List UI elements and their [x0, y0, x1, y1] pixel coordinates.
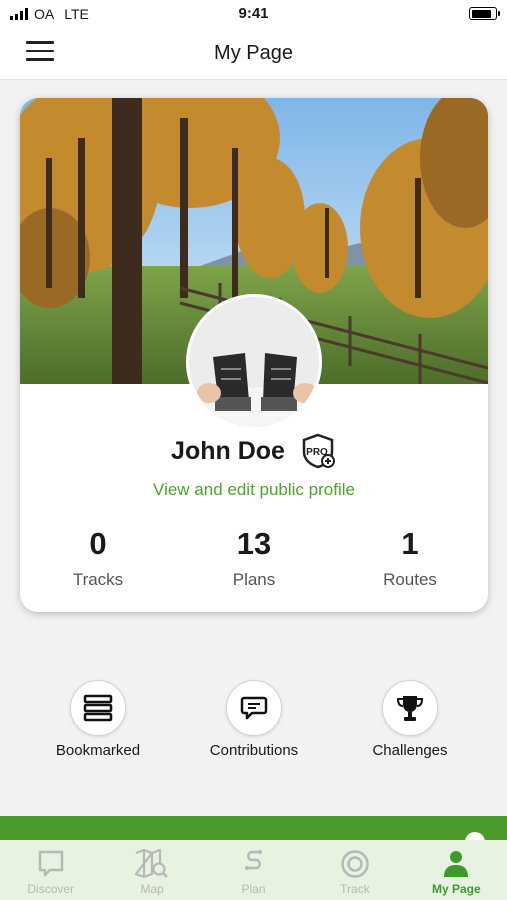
bookmark-list-icon	[83, 694, 113, 722]
trophy-icon	[396, 696, 424, 721]
tab-bar: Discover Map Plan Track My Page	[0, 840, 507, 900]
stat-label: Routes	[383, 570, 437, 589]
app-header: My Page	[0, 28, 507, 80]
stat-plans[interactable]: 13 Plans	[176, 526, 332, 590]
stat-label: Tracks	[72, 570, 124, 589]
plan-route-icon	[244, 850, 262, 870]
tab-map[interactable]: Map	[101, 840, 202, 900]
person-icon	[444, 851, 469, 877]
stat-routes[interactable]: 1 Routes	[332, 526, 488, 590]
tab-track[interactable]: Track	[304, 840, 405, 900]
challenges-button[interactable]: Challenges	[332, 680, 488, 759]
name-row: John Doe PRO	[20, 432, 488, 470]
page-title: My Page	[214, 42, 293, 64]
contributions-button[interactable]: Contributions	[176, 680, 332, 759]
shortcut-circle	[70, 680, 126, 736]
shortcut-label: Bookmarked	[55, 742, 141, 759]
tab-label: Plan	[241, 882, 266, 896]
clock: 9:41	[238, 5, 269, 22]
view-public-profile-link[interactable]: View and edit public profile	[20, 480, 488, 500]
tab-discover[interactable]: Discover	[0, 840, 101, 900]
tab-label: My Page	[431, 882, 481, 896]
tab-label: Discover	[27, 882, 75, 896]
shortcut-label: Challenges	[372, 742, 448, 759]
battery-icon	[469, 7, 500, 20]
tab-label: Track	[340, 882, 370, 896]
green-banner[interactable]	[0, 816, 507, 852]
stat-value: 13	[236, 526, 272, 561]
comment-icon	[240, 696, 268, 720]
discover-icon	[38, 850, 63, 877]
tab-plan[interactable]: Plan	[203, 840, 304, 900]
pro-badge-icon: PRO	[302, 433, 335, 469]
tab-label: Map	[140, 882, 164, 896]
stat-value: 1	[401, 526, 419, 561]
shortcut-circle	[226, 680, 282, 736]
map-search-icon	[135, 848, 168, 879]
status-bar: OA LTE 9:41	[0, 0, 507, 28]
track-icon	[341, 850, 369, 878]
stat-tracks[interactable]: 0 Tracks	[20, 526, 176, 590]
stat-label: Plans	[232, 570, 276, 589]
shortcut-label: Contributions	[209, 742, 299, 759]
profile-card: John Doe PRO View and edit public profil…	[20, 98, 488, 612]
stat-value: 0	[89, 526, 107, 561]
user-name: John Doe	[171, 436, 285, 465]
shortcut-circle	[382, 680, 438, 736]
avatar[interactable]	[186, 294, 322, 430]
tab-my-page[interactable]: My Page	[406, 840, 507, 900]
bookmarked-button[interactable]: Bookmarked	[20, 680, 176, 759]
